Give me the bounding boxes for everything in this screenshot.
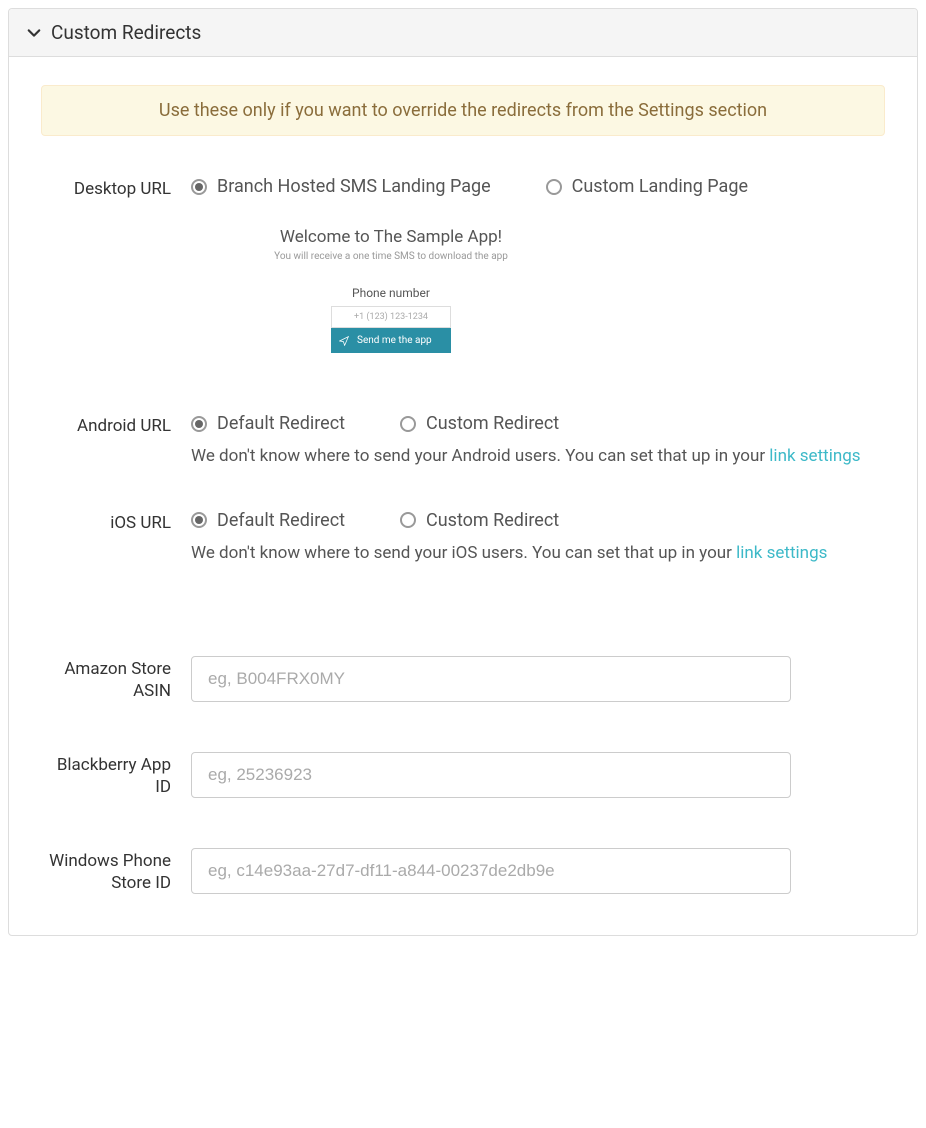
desktop-url-content: Branch Hosted SMS Landing Page Custom La…	[191, 176, 885, 353]
android-url-label: Android URL	[41, 413, 191, 470]
custom-redirects-panel: Custom Redirects Use these only if you w…	[8, 8, 918, 936]
sms-landing-preview: Welcome to The Sample App! You will rece…	[241, 227, 541, 353]
radio-icon	[191, 416, 207, 432]
android-hint: We don't know where to send your Android…	[191, 444, 885, 470]
preview-button-text: Send me the app	[357, 335, 432, 346]
amazon-asin-content	[191, 656, 885, 702]
radio-label: Custom Redirect	[426, 510, 559, 531]
panel-header[interactable]: Custom Redirects	[9, 9, 917, 57]
panel-title: Custom Redirects	[51, 21, 201, 44]
preview-phone-input: +1 (123) 123-1234	[331, 306, 451, 328]
windows-storeid-content	[191, 848, 885, 894]
android-url-row: Android URL Default Redirect Custom Redi…	[41, 413, 885, 470]
ios-url-content: Default Redirect Custom Redirect We don'…	[191, 510, 885, 567]
ios-hint: We don't know where to send your iOS use…	[191, 541, 885, 567]
desktop-url-label: Desktop URL	[41, 176, 191, 353]
amazon-asin-input[interactable]	[191, 656, 791, 702]
amazon-asin-label: Amazon Store ASIN	[41, 656, 191, 702]
desktop-radio-row: Branch Hosted SMS Landing Page Custom La…	[191, 176, 885, 197]
ios-url-label: iOS URL	[41, 510, 191, 567]
desktop-custom-landing-option[interactable]: Custom Landing Page	[546, 176, 748, 197]
ios-default-redirect-option[interactable]: Default Redirect	[191, 510, 345, 531]
windows-storeid-label: Windows Phone Store ID	[41, 848, 191, 894]
ios-hint-text: We don't know where to send your iOS use…	[191, 543, 736, 563]
desktop-url-row: Desktop URL Branch Hosted SMS Landing Pa…	[41, 176, 885, 353]
radio-label: Custom Redirect	[426, 413, 559, 434]
android-url-content: Default Redirect Custom Redirect We don'…	[191, 413, 885, 470]
radio-icon	[400, 416, 416, 432]
android-default-redirect-option[interactable]: Default Redirect	[191, 413, 345, 434]
alert-text: Use these only if you want to override t…	[159, 100, 767, 121]
preview-subtitle: You will receive a one time SMS to downl…	[241, 251, 541, 262]
chevron-down-icon	[27, 26, 41, 40]
radio-label: Custom Landing Page	[572, 176, 748, 197]
windows-storeid-row: Windows Phone Store ID	[41, 848, 885, 894]
radio-label: Branch Hosted SMS Landing Page	[217, 176, 491, 197]
windows-storeid-input[interactable]	[191, 848, 791, 894]
send-icon	[339, 336, 349, 346]
ios-url-row: iOS URL Default Redirect Custom Redirect…	[41, 510, 885, 567]
amazon-asin-row: Amazon Store ASIN	[41, 656, 885, 702]
desktop-branch-hosted-option[interactable]: Branch Hosted SMS Landing Page	[191, 176, 491, 197]
ios-radio-row: Default Redirect Custom Redirect	[191, 510, 885, 531]
ios-link-settings-link[interactable]: link settings	[736, 543, 827, 563]
android-radio-row: Default Redirect Custom Redirect	[191, 413, 885, 434]
android-hint-text: We don't know where to send your Android…	[191, 446, 769, 466]
ios-custom-redirect-option[interactable]: Custom Redirect	[400, 510, 559, 531]
radio-icon	[400, 512, 416, 528]
blackberry-appid-label: Blackberry App ID	[41, 752, 191, 798]
blackberry-appid-row: Blackberry App ID	[41, 752, 885, 798]
preview-phone-label: Phone number	[241, 286, 541, 300]
radio-icon	[546, 179, 562, 195]
radio-label: Default Redirect	[217, 510, 345, 531]
blackberry-appid-content	[191, 752, 885, 798]
radio-label: Default Redirect	[217, 413, 345, 434]
override-alert: Use these only if you want to override t…	[41, 85, 885, 136]
android-custom-redirect-option[interactable]: Custom Redirect	[400, 413, 559, 434]
radio-icon	[191, 179, 207, 195]
preview-title: Welcome to The Sample App!	[241, 227, 541, 247]
radio-icon	[191, 512, 207, 528]
android-link-settings-link[interactable]: link settings	[769, 446, 860, 466]
blackberry-appid-input[interactable]	[191, 752, 791, 798]
panel-body: Use these only if you want to override t…	[9, 57, 917, 935]
preview-send-button: Send me the app	[331, 328, 451, 353]
